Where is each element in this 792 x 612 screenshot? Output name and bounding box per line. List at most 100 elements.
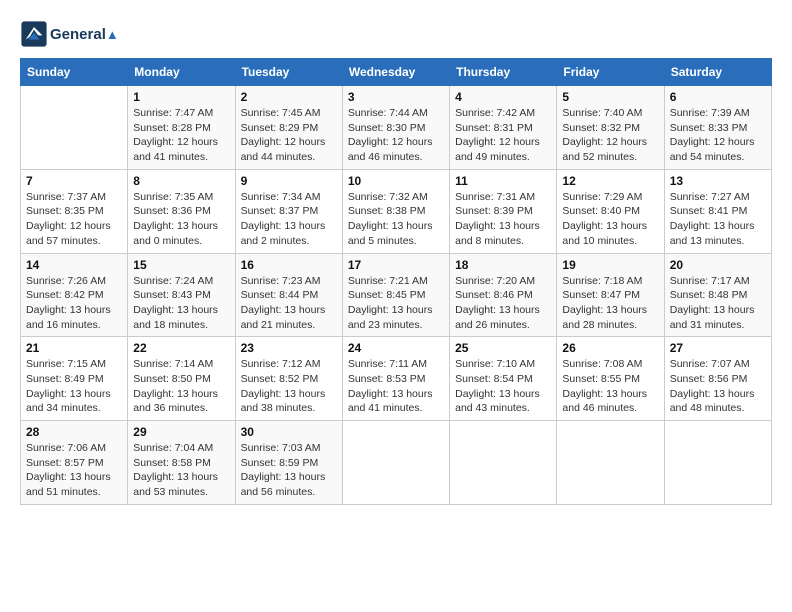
calendar-cell: 19Sunrise: 7:18 AM Sunset: 8:47 PM Dayli… [557,253,664,337]
day-number: 6 [670,90,766,104]
calendar-cell: 1Sunrise: 7:47 AM Sunset: 8:28 PM Daylig… [128,86,235,170]
day-number: 24 [348,341,444,355]
day-info: Sunrise: 7:20 AM Sunset: 8:46 PM Dayligh… [455,274,551,333]
week-row-4: 28Sunrise: 7:06 AM Sunset: 8:57 PM Dayli… [21,421,772,505]
calendar-cell: 3 Sunrise: 7:44 AM Sunset: 8:30 PM Daylig… [342,86,449,170]
day-info: Sunrise: 7:42 AM Sunset: 8:31 PM Dayligh… [455,106,551,165]
day-info: Sunrise: 7:26 AM Sunset: 8:42 PM Dayligh… [26,274,122,333]
day-number: 8 [133,174,229,188]
day-number: 17 [348,258,444,272]
day-info: Sunrise: 7:23 AM Sunset: 8:44 PM Dayligh… [241,274,337,333]
calendar-header: SundayMondayTuesdayWednesdayThursdayFrid… [21,59,772,86]
calendar-cell: 10 Sunrise: 7:32 AM Sunset: 8:38 PM Dayli… [342,169,449,253]
day-number: 18 [455,258,551,272]
day-info: Sunrise: 7:03 AM Sunset: 8:59 PM Dayligh… [241,441,337,500]
calendar-cell: 20 Sunrise: 7:17 AM Sunset: 8:48 PM Dayli… [664,253,771,337]
calendar-cell: 8 Sunrise: 7:35 AM Sunset: 8:36 PM Daylig… [128,169,235,253]
day-info: Sunrise: 7:11 AM Sunset: 8:53 PM Dayligh… [348,357,444,416]
day-info: Sunrise: 7:04 AM Sunset: 8:58 PM Dayligh… [133,441,229,500]
header-cell-wednesday: Wednesday [342,59,449,86]
header-cell-friday: Friday [557,59,664,86]
day-number: 26 [562,341,658,355]
day-info: Sunrise: 7:44 AM Sunset: 8:30 PM Dayligh… [348,106,444,165]
calendar-cell: 7Sunrise: 7:37 AM Sunset: 8:35 PM Daylig… [21,169,128,253]
day-number: 11 [455,174,551,188]
calendar-cell: 22 Sunrise: 7:14 AM Sunset: 8:50 PM Dayli… [128,337,235,421]
day-number: 28 [26,425,122,439]
day-number: 1 [133,90,229,104]
day-info: Sunrise: 7:24 AM Sunset: 8:43 PM Dayligh… [133,274,229,333]
logo-text: General▲ [50,26,119,43]
calendar-cell: 21 Sunrise: 7:15 AM Sunset: 8:49 PM Dayli… [21,337,128,421]
header-row: SundayMondayTuesdayWednesdayThursdayFrid… [21,59,772,86]
day-info: Sunrise: 7:08 AM Sunset: 8:55 PM Dayligh… [562,357,658,416]
day-number: 10 [348,174,444,188]
day-info: Sunrise: 7:45 AM Sunset: 8:29 PM Dayligh… [241,106,337,165]
logo-icon [20,20,48,48]
header: General▲ [20,20,772,48]
day-number: 22 [133,341,229,355]
calendar-cell: 15 Sunrise: 7:24 AM Sunset: 8:43 PM Dayli… [128,253,235,337]
week-row-2: 14Sunrise: 7:26 AM Sunset: 8:42 PM Dayli… [21,253,772,337]
calendar-cell: 28Sunrise: 7:06 AM Sunset: 8:57 PM Dayli… [21,421,128,505]
calendar-cell: 5Sunrise: 7:40 AM Sunset: 8:32 PM Daylig… [557,86,664,170]
day-info: Sunrise: 7:39 AM Sunset: 8:33 PM Dayligh… [670,106,766,165]
calendar-cell: 6 Sunrise: 7:39 AM Sunset: 8:33 PM Daylig… [664,86,771,170]
calendar-table: SundayMondayTuesdayWednesdayThursdayFrid… [20,58,772,505]
calendar-cell [450,421,557,505]
day-number: 30 [241,425,337,439]
day-info: Sunrise: 7:15 AM Sunset: 8:49 PM Dayligh… [26,357,122,416]
day-info: Sunrise: 7:12 AM Sunset: 8:52 PM Dayligh… [241,357,337,416]
day-number: 23 [241,341,337,355]
day-info: Sunrise: 7:40 AM Sunset: 8:32 PM Dayligh… [562,106,658,165]
day-number: 25 [455,341,551,355]
day-number: 27 [670,341,766,355]
header-cell-tuesday: Tuesday [235,59,342,86]
calendar-cell: 11 Sunrise: 7:31 AM Sunset: 8:39 PM Dayli… [450,169,557,253]
day-info: Sunrise: 7:18 AM Sunset: 8:47 PM Dayligh… [562,274,658,333]
day-info: Sunrise: 7:14 AM Sunset: 8:50 PM Dayligh… [133,357,229,416]
day-number: 20 [670,258,766,272]
day-number: 15 [133,258,229,272]
day-info: Sunrise: 7:10 AM Sunset: 8:54 PM Dayligh… [455,357,551,416]
day-info: Sunrise: 7:31 AM Sunset: 8:39 PM Dayligh… [455,190,551,249]
calendar-cell: 27 Sunrise: 7:07 AM Sunset: 8:56 PM Dayli… [664,337,771,421]
header-cell-saturday: Saturday [664,59,771,86]
day-info: Sunrise: 7:07 AM Sunset: 8:56 PM Dayligh… [670,357,766,416]
logo-line1: General▲ [50,26,119,43]
calendar-cell: 29 Sunrise: 7:04 AM Sunset: 8:58 PM Dayli… [128,421,235,505]
day-number: 29 [133,425,229,439]
day-number: 4 [455,90,551,104]
calendar-cell: 23 Sunrise: 7:12 AM Sunset: 8:52 PM Dayli… [235,337,342,421]
day-info: Sunrise: 7:17 AM Sunset: 8:48 PM Dayligh… [670,274,766,333]
day-info: Sunrise: 7:35 AM Sunset: 8:36 PM Dayligh… [133,190,229,249]
calendar-cell: 30 Sunrise: 7:03 AM Sunset: 8:59 PM Dayli… [235,421,342,505]
header-cell-sunday: Sunday [21,59,128,86]
day-number: 7 [26,174,122,188]
day-info: Sunrise: 7:32 AM Sunset: 8:38 PM Dayligh… [348,190,444,249]
day-number: 3 [348,90,444,104]
calendar-cell: 16Sunrise: 7:23 AM Sunset: 8:44 PM Dayli… [235,253,342,337]
day-number: 12 [562,174,658,188]
calendar-cell: 9Sunrise: 7:34 AM Sunset: 8:37 PM Daylig… [235,169,342,253]
day-number: 21 [26,341,122,355]
week-row-1: 7Sunrise: 7:37 AM Sunset: 8:35 PM Daylig… [21,169,772,253]
calendar-cell: 13Sunrise: 7:27 AM Sunset: 8:41 PM Dayli… [664,169,771,253]
day-number: 9 [241,174,337,188]
header-cell-thursday: Thursday [450,59,557,86]
calendar-cell: 14Sunrise: 7:26 AM Sunset: 8:42 PM Dayli… [21,253,128,337]
calendar-cell [342,421,449,505]
day-number: 2 [241,90,337,104]
logo: General▲ [20,20,119,48]
calendar-cell: 2 Sunrise: 7:45 AM Sunset: 8:29 PM Daylig… [235,86,342,170]
day-info: Sunrise: 7:21 AM Sunset: 8:45 PM Dayligh… [348,274,444,333]
calendar-cell: 24 Sunrise: 7:11 AM Sunset: 8:53 PM Dayli… [342,337,449,421]
calendar-cell [557,421,664,505]
calendar-cell: 4 Sunrise: 7:42 AM Sunset: 8:31 PM Daylig… [450,86,557,170]
calendar-cell: 25 Sunrise: 7:10 AM Sunset: 8:54 PM Dayli… [450,337,557,421]
week-row-3: 21 Sunrise: 7:15 AM Sunset: 8:49 PM Dayli… [21,337,772,421]
day-info: Sunrise: 7:29 AM Sunset: 8:40 PM Dayligh… [562,190,658,249]
week-row-0: 1Sunrise: 7:47 AM Sunset: 8:28 PM Daylig… [21,86,772,170]
calendar-cell: 17 Sunrise: 7:21 AM Sunset: 8:45 PM Dayli… [342,253,449,337]
calendar-cell [21,86,128,170]
